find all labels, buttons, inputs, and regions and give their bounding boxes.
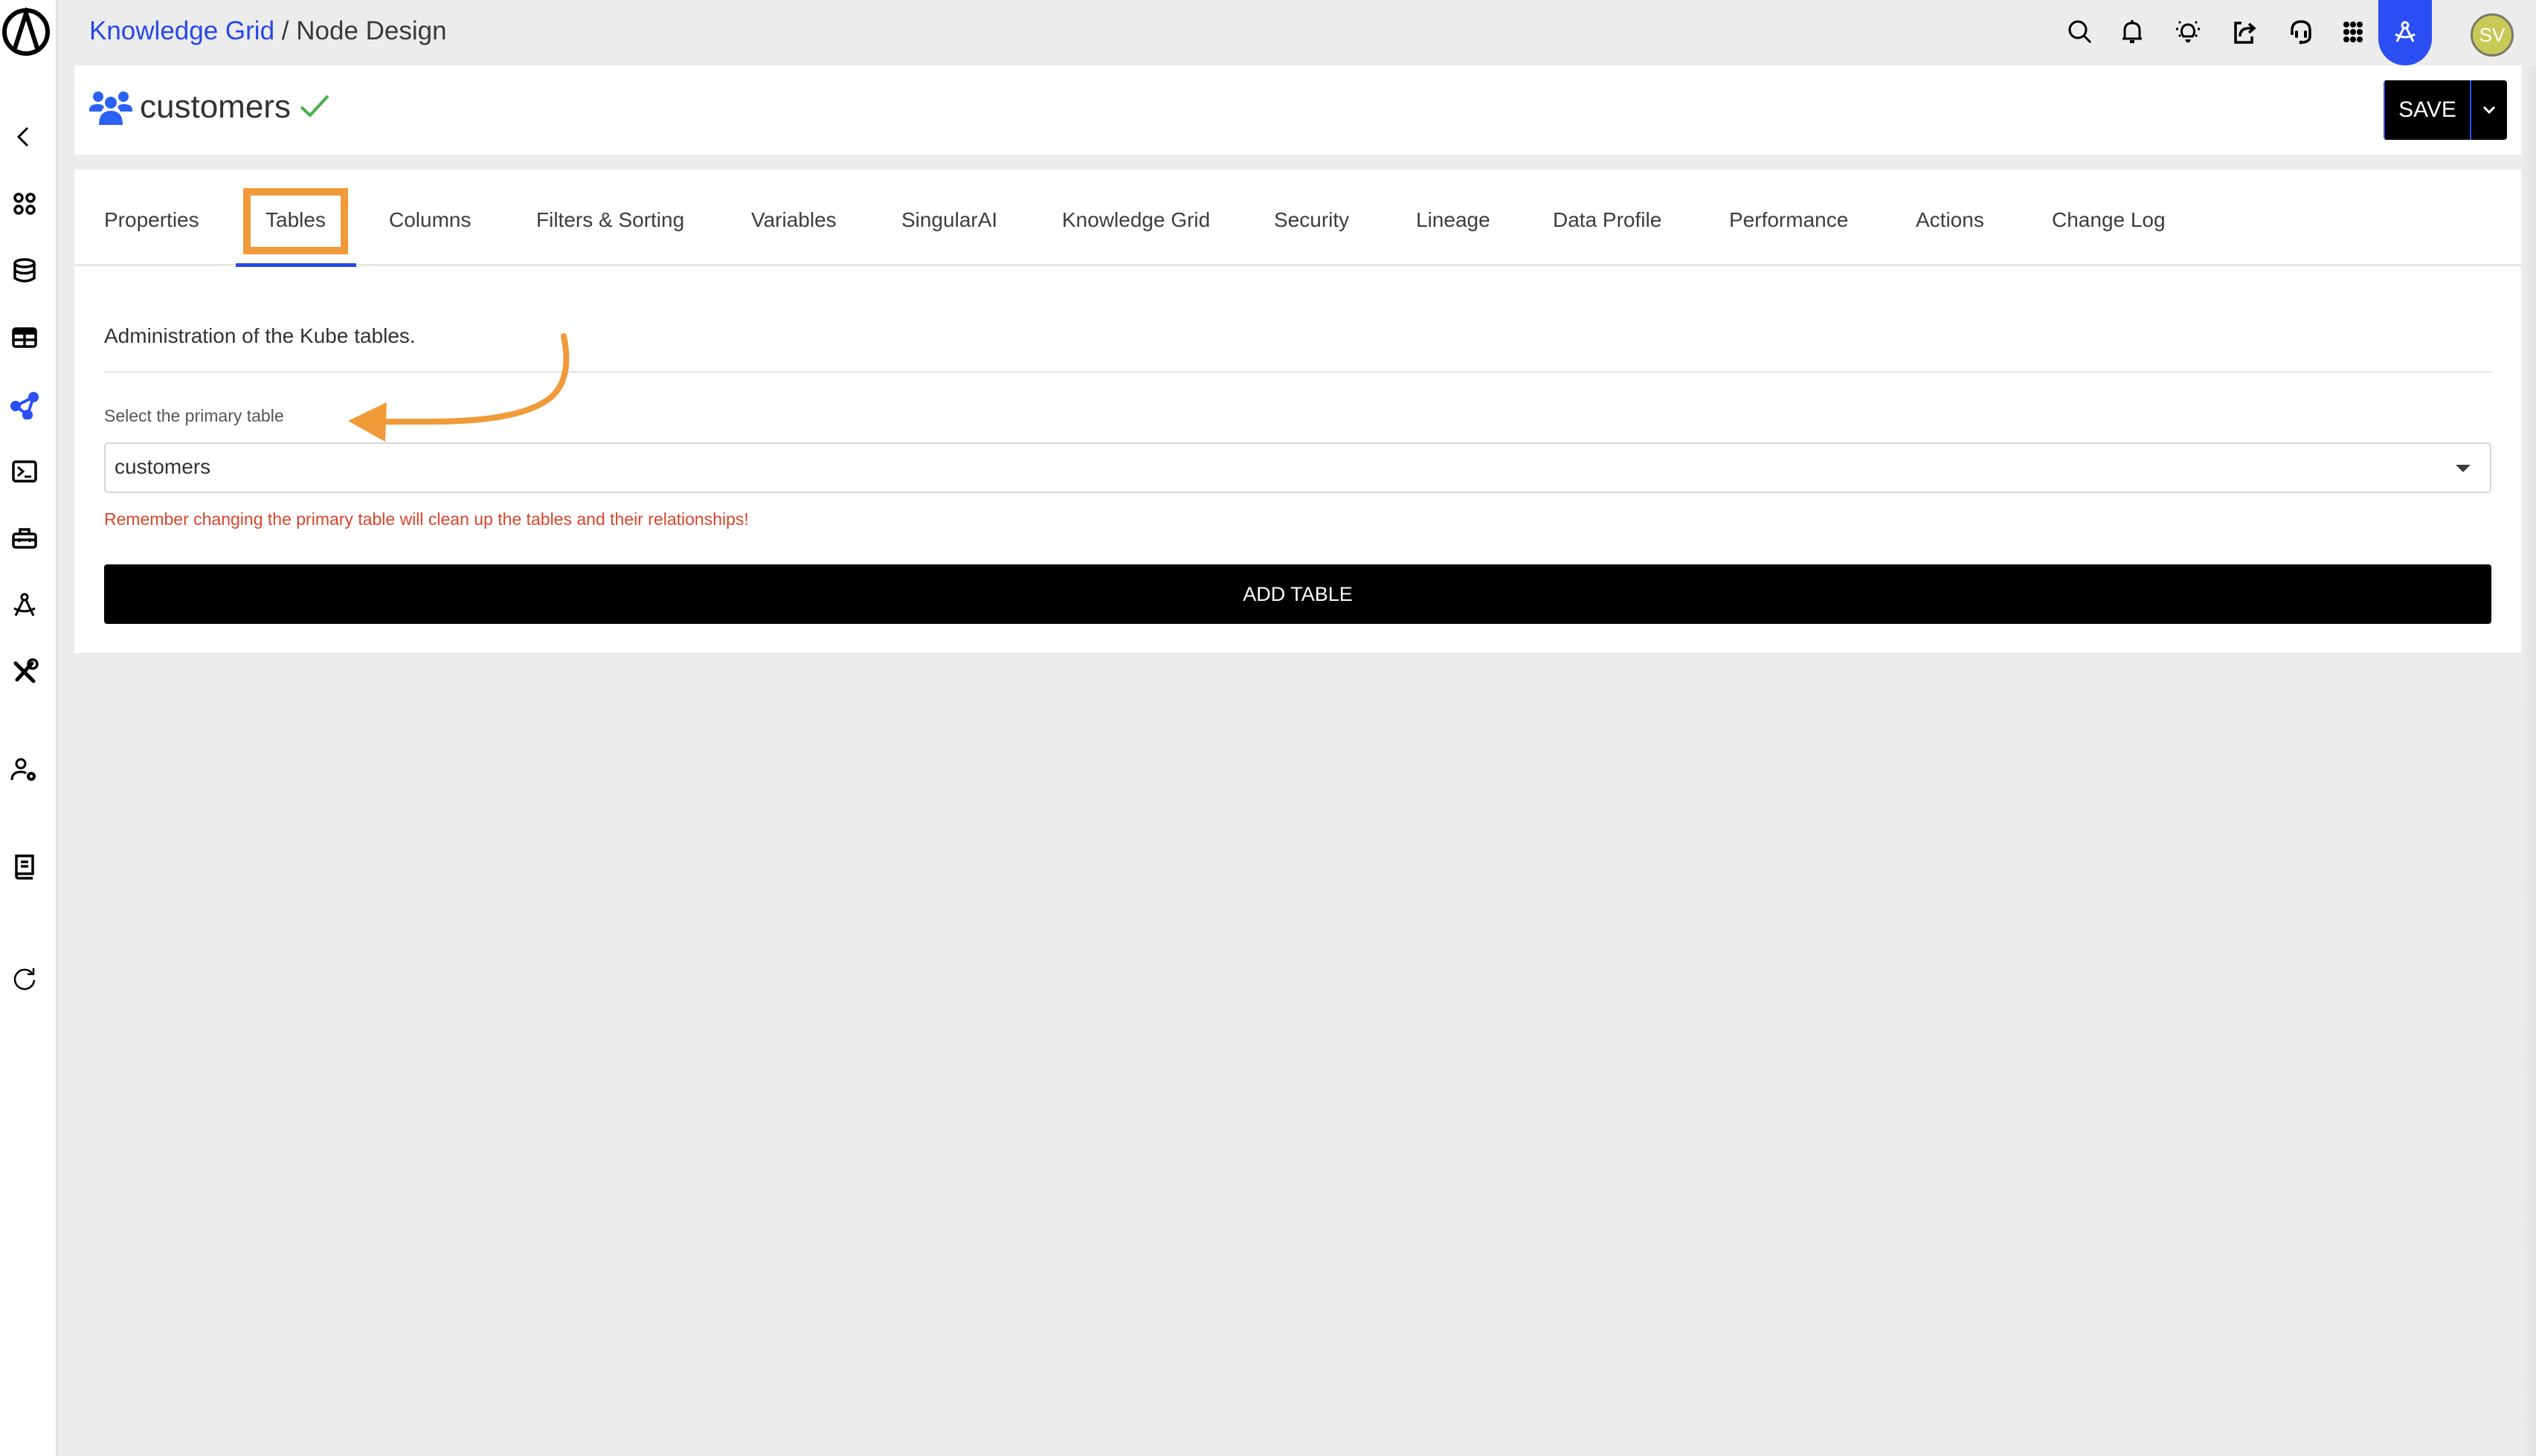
add-table-button[interactable]: ADD TABLE (104, 564, 2491, 624)
user-avatar[interactable]: SV (2471, 13, 2514, 57)
back-chevron-icon[interactable] (10, 122, 39, 152)
apps-grid-icon[interactable] (10, 189, 39, 219)
tab-columns[interactable]: Columns (389, 207, 471, 233)
panel-description: Administration of the Kube tables. (104, 324, 416, 347)
refresh-icon[interactable] (10, 964, 39, 993)
design-mode-button[interactable] (2378, 0, 2432, 65)
app-logo-icon[interactable] (1, 7, 51, 57)
tab-tables[interactable]: Tables (265, 207, 326, 233)
save-options-dropdown[interactable] (2471, 80, 2507, 140)
toolbox-icon[interactable] (10, 524, 39, 553)
breadcrumb-current: Node Design (296, 16, 447, 45)
valid-check-icon (300, 94, 329, 117)
node-design-panel: Properties Tables Columns Filters & Sort… (74, 170, 2521, 653)
tab-singularai[interactable]: SingularAI (901, 207, 997, 233)
design-mode-icon (2395, 21, 2416, 42)
save-button-group: SAVE (2384, 80, 2507, 140)
headset-icon[interactable] (2284, 15, 2318, 49)
tab-filters-sorting[interactable]: Filters & Sorting (536, 207, 684, 233)
tab-variables[interactable]: Variables (751, 207, 837, 233)
book-icon[interactable] (10, 851, 39, 881)
tab-bar: Properties Tables Columns Filters & Sort… (74, 170, 2521, 267)
share-icon[interactable] (2227, 15, 2262, 49)
knowledge-graph-icon[interactable] (10, 390, 39, 419)
top-bar: Knowledge Grid / Node Design (58, 0, 2536, 65)
breadcrumb-knowledge-grid-link[interactable]: Knowledge Grid (89, 16, 274, 45)
breadcrumb: Knowledge Grid / Node Design (89, 13, 447, 49)
search-icon[interactable] (2063, 15, 2097, 49)
active-tab-indicator (236, 263, 356, 267)
tab-security[interactable]: Security (1274, 207, 1349, 233)
tab-actions[interactable]: Actions (1916, 207, 1984, 233)
section-divider (104, 371, 2491, 373)
terminal-icon[interactable] (10, 457, 39, 486)
users-group-icon (89, 91, 132, 125)
primary-table-value: customers (115, 455, 211, 478)
apps-icon[interactable] (2336, 15, 2370, 49)
tab-change-log[interactable]: Change Log (2052, 207, 2166, 233)
sidebar (0, 0, 58, 1456)
tab-data-profile[interactable]: Data Profile (1553, 207, 1661, 233)
tab-lineage[interactable]: Lineage (1416, 207, 1490, 233)
table-icon[interactable] (10, 323, 39, 352)
node-header: customers SAVE (74, 65, 2521, 155)
database-icon[interactable] (10, 256, 39, 286)
node-title: customers (140, 88, 291, 125)
tab-properties[interactable]: Properties (104, 207, 199, 233)
lightbulb-icon[interactable] (2171, 15, 2205, 49)
tools-icon[interactable] (10, 657, 39, 687)
tab-performance[interactable]: Performance (1729, 207, 1848, 233)
page-scrollbar[interactable] (2523, 65, 2536, 1456)
save-button[interactable]: SAVE (2385, 80, 2470, 140)
primary-table-warning: Remember changing the primary table will… (104, 509, 749, 529)
caret-down-icon (2456, 465, 2471, 472)
compass-design-icon[interactable] (10, 590, 39, 620)
breadcrumb-separator: / (274, 16, 297, 45)
bell-icon[interactable] (2115, 15, 2149, 49)
user-settings-icon[interactable] (10, 756, 39, 785)
primary-table-select[interactable]: customers (104, 442, 2491, 493)
tab-knowledge-grid[interactable]: Knowledge Grid (1062, 207, 1210, 233)
chevron-down-icon (2482, 106, 2496, 115)
primary-table-label: Select the primary table (104, 406, 284, 425)
